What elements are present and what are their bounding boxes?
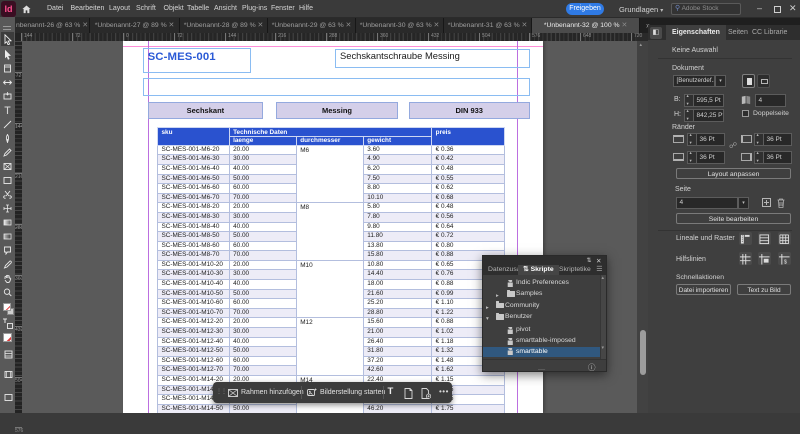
- svg-text:$: $: [784, 259, 788, 265]
